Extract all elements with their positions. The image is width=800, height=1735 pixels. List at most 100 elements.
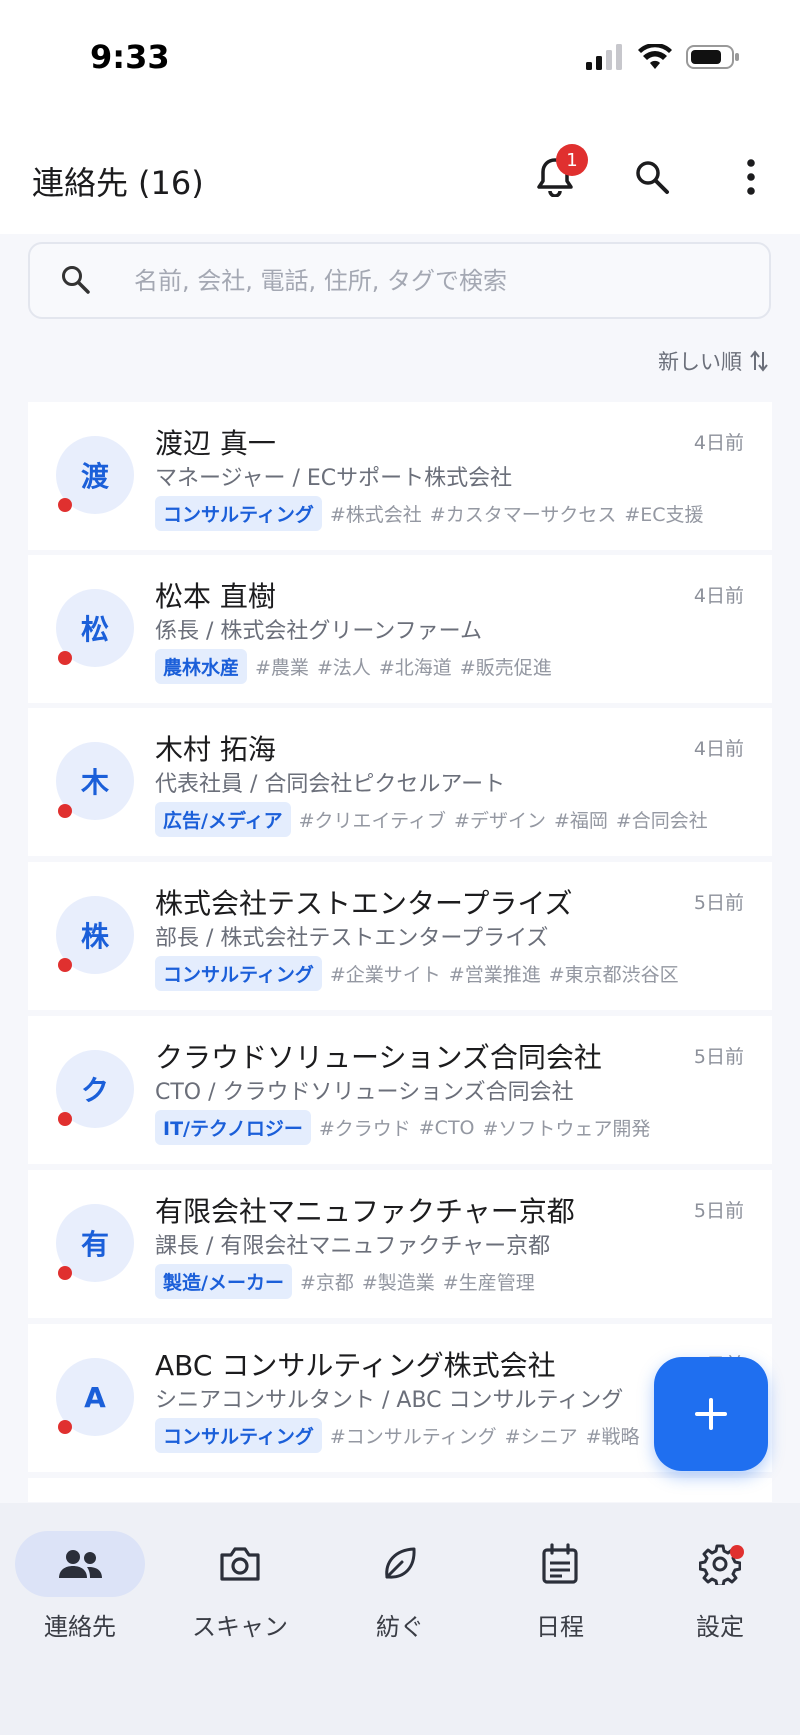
battery-icon: [686, 45, 739, 69]
tag: #デザイン: [454, 810, 546, 832]
contact-time: 5日前: [693, 892, 744, 914]
tag-row: コンサルティング #企業サイト #営業推進 #東京都渋谷区: [155, 956, 679, 991]
contact-role: 代表社員 / 合同会社ピクセルアート: [155, 772, 506, 797]
category-tag: コンサルティング: [155, 1418, 322, 1453]
calendar-icon: [542, 1543, 578, 1584]
tab-contacts-label: 連絡先: [44, 1613, 116, 1641]
contact-time: 5日前: [693, 1200, 744, 1222]
add-contact-button[interactable]: [654, 1357, 768, 1471]
contact-card[interactable]: 有 有限会社マニュファクチャー京都 5日前 課長 / 有限会社マニュファクチャー…: [28, 1170, 772, 1318]
unread-dot: [58, 651, 72, 665]
contact-count: (16): [138, 164, 204, 202]
tag: #CTO: [418, 1116, 475, 1139]
category-tag: 農林水産: [155, 649, 248, 684]
tag: #福岡: [553, 810, 608, 832]
contact-role: 係長 / 株式会社グリーンファーム: [155, 619, 482, 644]
tag: #営業推進: [448, 964, 541, 986]
bottom-tab-bar: 連絡先 スキャン 紡ぐ 日程 設定: [0, 1503, 800, 1735]
tab-scan-label: スキャン: [192, 1613, 288, 1641]
leaf-icon: [385, 1547, 416, 1579]
tag: #クラウド: [318, 1118, 411, 1140]
tag-row: IT/テクノロジー #クラウド #CTO #ソフトウェア開発: [155, 1110, 650, 1145]
signal-icon: [586, 44, 622, 70]
tag: #カスタマーサクセス: [429, 504, 617, 526]
tag-row: コンサルティング #コンサルティング #シニア #戦略: [155, 1418, 640, 1453]
contact-name: 株式会社テストエンタープライズ: [155, 887, 573, 920]
tab-contacts-pill: [15, 1531, 145, 1597]
contact-card[interactable]: 木 木村 拓海 4日前 代表社員 / 合同会社ピクセルアート 広告/メディア #…: [28, 708, 772, 856]
contact-card[interactable]: 渡 渡辺 真一 4日前 マネージャー / ECサポート株式会社 コンサルティング…: [28, 402, 772, 550]
tag-row: 農林水産 #農業 #法人 #北海道 #販売促進: [155, 649, 552, 684]
search-field[interactable]: [28, 242, 771, 319]
contact-card[interactable]: 株 株式会社テストエンタープライズ 5日前 部長 / 株式会社テストエンタープラ…: [28, 862, 772, 1010]
search-icon: [636, 161, 669, 194]
unread-dot: [58, 498, 72, 512]
tag: #京都: [299, 1272, 354, 1294]
contact-time: 4日前: [693, 738, 744, 760]
unread-dot: [58, 804, 72, 818]
search-input[interactable]: [134, 260, 734, 302]
contact-card[interactable]: ク クラウドソリューションズ合同会社 5日前 CTO / クラウドソリューション…: [28, 1016, 772, 1164]
category-tag: IT/テクノロジー: [155, 1110, 311, 1145]
tab-weave[interactable]: 紡ぐ: [330, 1531, 470, 1651]
sort-arrows-icon: [750, 350, 768, 372]
contact-name: 有限会社マニュファクチャー京都: [155, 1195, 575, 1228]
contact-role: 課長 / 有限会社マニュファクチャー京都: [155, 1234, 551, 1259]
page-title-text: 連絡先: [32, 164, 129, 202]
contact-name: ABC コンサルティング株式会社: [155, 1349, 556, 1382]
contact-name: クラウドソリューションズ合同会社: [155, 1041, 602, 1074]
tag: #コンサルティング: [329, 1426, 497, 1448]
tag: #法人: [316, 657, 371, 679]
contact-role: CTO / クラウドソリューションズ合同会社: [155, 1080, 574, 1105]
status-icons: [586, 44, 740, 70]
unread-dot: [58, 1266, 72, 1280]
contact-name: 渡辺 真一: [155, 427, 276, 460]
tab-scan-pill: [175, 1531, 305, 1597]
tag: #クリエイティブ: [298, 810, 447, 832]
tab-settings-label: 設定: [696, 1613, 744, 1641]
contact-name: 松本 直樹: [155, 580, 276, 613]
app-bar: 連絡先 (16): [0, 120, 800, 234]
contact-time: 5日前: [693, 1046, 744, 1068]
tag: #EC支援: [624, 504, 704, 526]
unread-dot: [58, 1420, 72, 1434]
contact-name: 木村 拓海: [155, 733, 276, 766]
tag: #製造業: [361, 1272, 435, 1294]
tab-weave-label: 紡ぐ: [376, 1613, 424, 1641]
tab-settings[interactable]: 設定: [650, 1531, 790, 1651]
notification-badge: 1: [556, 144, 588, 176]
contact-role: 部長 / 株式会社テストエンタープライズ: [155, 926, 549, 951]
category-tag: 製造/メーカー: [155, 1264, 292, 1299]
tag: #東京都渋谷区: [548, 964, 679, 986]
search-button[interactable]: [627, 152, 677, 202]
more-menu-button[interactable]: [726, 152, 776, 202]
contact-card[interactable]: [28, 1478, 772, 1502]
contact-list: 渡 渡辺 真一 4日前 マネージャー / ECサポート株式会社 コンサルティング…: [28, 402, 772, 1502]
tab-schedule-label: 日程: [536, 1613, 584, 1641]
contact-time: 4日前: [693, 432, 744, 454]
tag: #北海道: [378, 657, 452, 679]
tag: #戦略: [585, 1426, 640, 1448]
search-icon: [62, 266, 90, 294]
contact-card[interactable]: 松 松本 直樹 4日前 係長 / 株式会社グリーンファーム 農林水産 #農業 #…: [28, 555, 772, 703]
tag-row: 製造/メーカー #京都 #製造業 #生産管理: [155, 1264, 535, 1299]
tab-contacts[interactable]: 連絡先: [10, 1531, 150, 1651]
tab-scan[interactable]: スキャン: [170, 1531, 310, 1651]
unread-dot: [58, 1112, 72, 1126]
sort-toggle[interactable]: 新しい順: [658, 346, 768, 376]
category-tag: コンサルティング: [155, 496, 322, 531]
tab-schedule[interactable]: 日程: [490, 1531, 630, 1651]
page-title: 連絡先 (16): [32, 158, 204, 204]
settings-alert-dot: [730, 1545, 744, 1559]
tag: #企業サイト: [329, 964, 441, 986]
camera-icon: [220, 1547, 260, 1581]
unread-dot: [58, 958, 72, 972]
status-bar: 9:33: [0, 0, 800, 120]
contact-role: シニアコンサルタント / ABC コンサルティング: [155, 1388, 624, 1413]
tag: #合同会社: [615, 810, 708, 832]
wifi-icon: [638, 44, 672, 69]
tag-row: コンサルティング #株式会社 #カスタマーサクセス #EC支援: [155, 496, 704, 531]
category-tag: 広告/メディア: [155, 802, 291, 837]
people-icon: [59, 1550, 102, 1578]
tag: #株式会社: [329, 504, 422, 526]
